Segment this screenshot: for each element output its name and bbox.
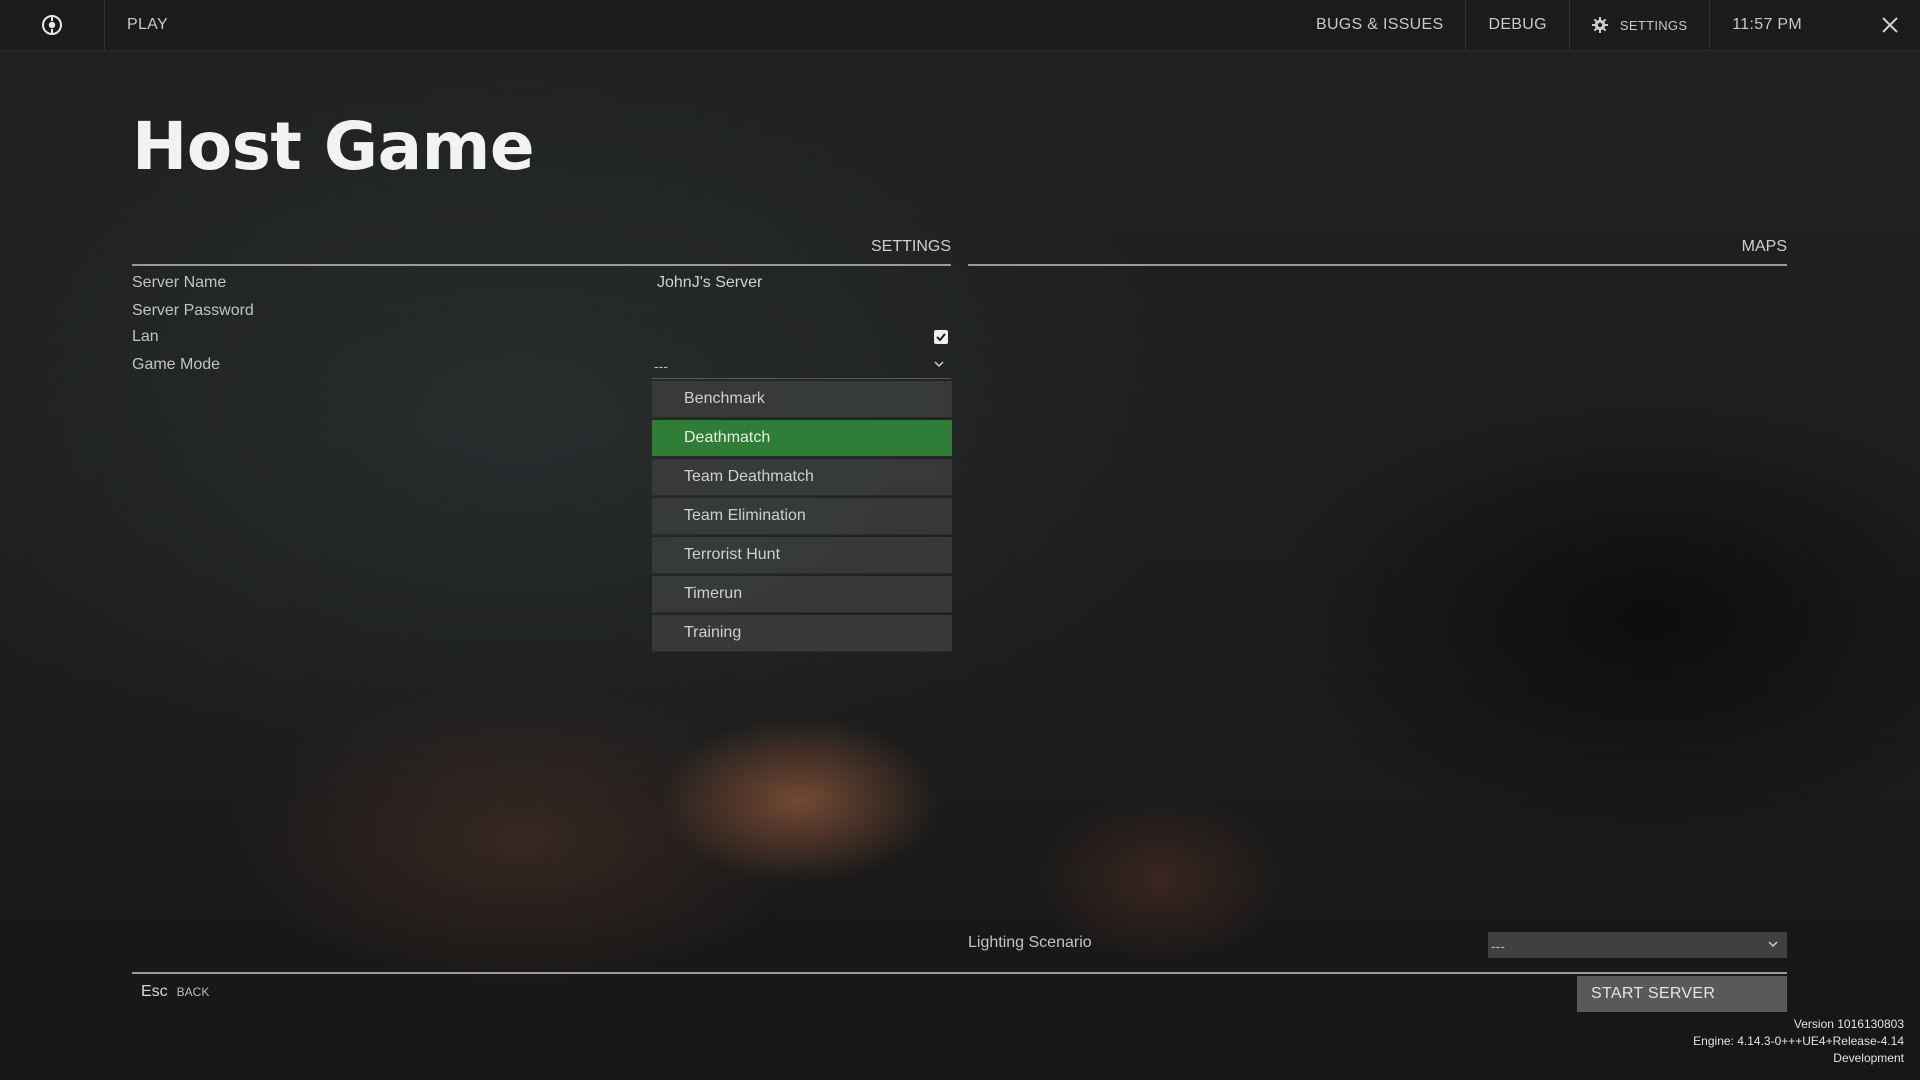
back-label: BACK — [176, 985, 210, 999]
lan-label: Lan — [132, 328, 159, 345]
server-password-label: Server Password — [132, 302, 254, 319]
clock: 11:57 PM — [1732, 16, 1802, 33]
server-name-row: Server Name JohnJ's Server — [132, 270, 951, 296]
version-info: Version 1016130803 Engine: 4.14.3-0+++UE… — [1693, 1016, 1904, 1067]
server-password-field[interactable] — [657, 302, 947, 320]
nav-debug[interactable]: DEBUG — [1466, 0, 1570, 50]
nav-settings-label: SETTINGS — [1619, 17, 1688, 33]
close-icon — [1882, 17, 1898, 33]
lan-checkbox[interactable] — [934, 330, 948, 344]
server-name-label: Server Name — [132, 274, 227, 291]
nav-play[interactable]: PLAY — [105, 0, 190, 50]
dropdown-option-deathmatch[interactable]: Deathmatch — [652, 420, 952, 457]
chevron-down-icon — [1768, 941, 1778, 948]
server-name-field[interactable]: JohnJ's Server — [657, 274, 762, 292]
gear-icon — [1591, 17, 1608, 33]
footer-divider — [132, 972, 1787, 974]
lighting-scenario-value: --- — [1491, 938, 1505, 954]
game-mode-label: Game Mode — [132, 356, 221, 373]
lighting-scenario-select[interactable]: --- — [1488, 932, 1787, 958]
top-bar: PLAY BUGS & ISSUES DEBUG SETTINGS 11:57 … — [0, 0, 1920, 51]
dropdown-option-timerun[interactable]: Timerun — [652, 576, 952, 613]
logo-button[interactable] — [0, 0, 105, 50]
back-key-hint: Esc — [141, 983, 168, 1000]
close-button[interactable] — [1860, 0, 1920, 50]
version-text: Version 1016130803 — [1793, 1017, 1904, 1031]
dropdown-option-team-elimination[interactable]: Team Elimination — [652, 498, 952, 535]
game-mode-selected-value: --- — [654, 358, 668, 374]
nav-bugs-issues[interactable]: BUGS & ISSUES — [1294, 0, 1467, 50]
lighting-scenario-label: Lighting Scenario — [968, 934, 1092, 951]
nav-settings[interactable]: SETTINGS — [1570, 0, 1711, 50]
engine-text: Engine: 4.14.3-0+++UE4+Release-4.14 — [1693, 1034, 1904, 1048]
maps-section-heading: MAPS — [968, 238, 1787, 266]
page-title: Host Game — [132, 108, 535, 185]
dropdown-option-team-deathmatch[interactable]: Team Deathmatch — [652, 459, 952, 496]
back-button[interactable]: Esc BACK — [141, 983, 209, 1001]
server-password-row: Server Password — [132, 298, 951, 324]
build-text: Development — [1833, 1051, 1904, 1065]
dropdown-option-terrorist-hunt[interactable]: Terrorist Hunt — [652, 537, 952, 574]
game-logo-icon — [42, 15, 62, 35]
game-mode-select[interactable]: --- — [652, 352, 951, 379]
lan-row: Lan — [132, 324, 951, 350]
chevron-down-icon — [934, 361, 944, 368]
start-server-button[interactable]: START SERVER — [1577, 976, 1787, 1012]
dropdown-option-benchmark[interactable]: Benchmark — [652, 381, 952, 418]
checkmark-icon — [936, 333, 946, 342]
game-mode-dropdown: Benchmark Deathmatch Team Deathmatch Tea… — [652, 381, 952, 654]
settings-section-heading: SETTINGS — [132, 238, 951, 266]
dropdown-option-training[interactable]: Training — [652, 615, 952, 652]
